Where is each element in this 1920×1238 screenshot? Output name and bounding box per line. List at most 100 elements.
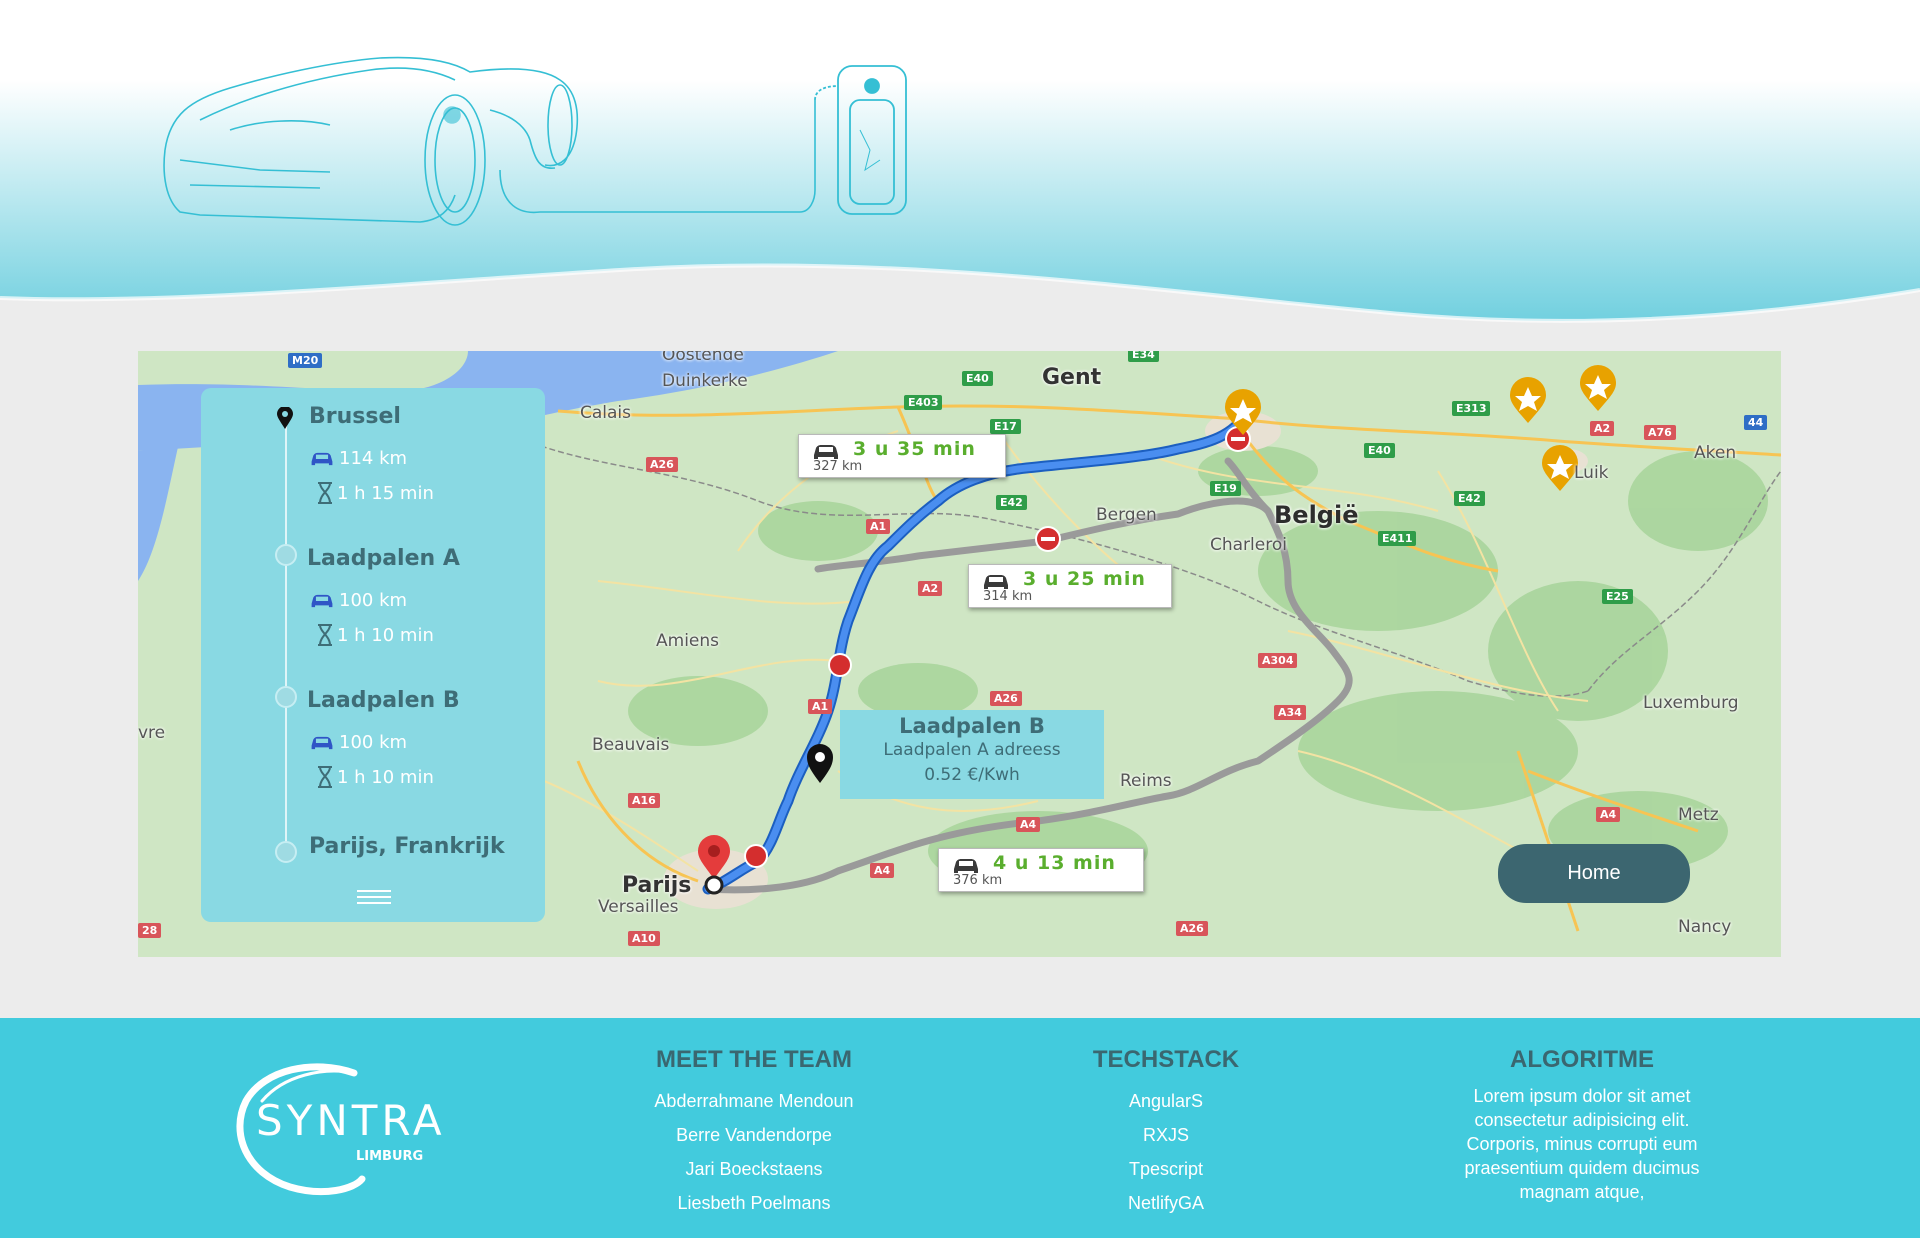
hourglass-icon (318, 766, 332, 788)
highway-shield: E42 (1454, 491, 1485, 506)
place-label: Bergen (1096, 505, 1157, 525)
logo-word: SYNTRA (256, 1096, 446, 1145)
popup-address: Laadpalen A adreess (883, 740, 1061, 760)
place-label: Beauvais (592, 735, 670, 755)
syntra-logo[interactable]: SYNTRA LIMBURG (234, 1061, 444, 1201)
highway-shield: A4 (1596, 807, 1621, 822)
route-distance: 314 km (983, 589, 1033, 604)
highway-shield: A1 (866, 519, 891, 534)
place-label: Calais (580, 403, 632, 423)
stop-distance: 114 km (309, 448, 407, 469)
highway-shield: A26 (646, 457, 678, 472)
highway-shield: E19 (1210, 481, 1241, 496)
highway-shield: A1 (808, 699, 833, 714)
popup-price: 0.52 €/Kwh (924, 765, 1020, 785)
stop-title: Brussel (309, 404, 401, 429)
car-icon (311, 452, 333, 465)
tech-item: Tpescript (1128, 1159, 1204, 1179)
route-map[interactable]: Oostende Duinkerke Calais Gent Bergen Ch… (138, 351, 1781, 957)
car-icon (311, 594, 333, 607)
algoritme-section: ALGORITME Lorem ipsum dolor sit amet con… (1458, 1046, 1706, 1204)
route-distance: 327 km (813, 459, 863, 474)
duration-value: 1 h 15 min (337, 482, 434, 504)
route-option-1[interactable]: 3 u 35 min 327 km (798, 434, 1006, 478)
hourglass-icon (318, 624, 332, 646)
place-label: Versailles (598, 897, 679, 917)
route-time: 4 u 13 min (993, 852, 1116, 874)
stop-marker (275, 841, 297, 863)
logo-sub: LIMBURG (356, 1149, 424, 1164)
highway-shield: E411 (1378, 531, 1417, 546)
route-panel: Brussel 114 km 1 h 15 min Laadpalen A 10… (201, 388, 545, 922)
team-section: MEET THE TEAM Abderrahmane Mendoun Berre… (604, 1046, 904, 1220)
car-icon (311, 736, 333, 749)
algoritme-text: Lorem ipsum dolor sit amet consectetur a… (1464, 1086, 1700, 1202)
timeline-line (285, 422, 287, 846)
place-label: Luxemburg (1643, 693, 1739, 713)
highway-shield: E40 (1364, 443, 1395, 458)
place-label: Reims (1120, 771, 1172, 791)
highway-shield: A10 (628, 931, 660, 946)
highway-shield: E42 (996, 495, 1027, 510)
highway-shield: A4 (1016, 817, 1041, 832)
hero-illustration (0, 0, 1920, 323)
stop-duration: 1 h 10 min (317, 766, 434, 788)
charging-point-popup[interactable]: Laadpalen B Laadpalen A adreess 0.52 €/K… (840, 710, 1104, 799)
tech-item: NetlifyGA (1127, 1193, 1205, 1213)
tech-item: AngularS (1128, 1091, 1204, 1111)
stop-marker (275, 544, 297, 566)
place-label: vre (138, 723, 166, 743)
highway-shield: E34 (1128, 351, 1159, 362)
distance-value: 100 km (339, 590, 408, 611)
highway-shield: E25 (1602, 589, 1633, 604)
stop-title: Parijs, Frankrijk (309, 834, 505, 859)
highway-shield: M20 (288, 353, 323, 368)
highway-shield: A26 (1176, 921, 1208, 936)
footer: SYNTRA LIMBURG MEET THE TEAM Abderrahman… (0, 1018, 1920, 1238)
place-label: Nancy (1678, 917, 1732, 937)
team-heading: MEET THE TEAM (656, 1046, 852, 1073)
stop-duration: 1 h 15 min (317, 482, 434, 504)
popup-title: Laadpalen B (899, 714, 1045, 738)
place-label: Gent (1042, 365, 1102, 390)
highway-shield: 28 (138, 923, 162, 938)
stop-distance: 100 km (309, 590, 407, 611)
hero-header (0, 0, 1920, 330)
place-label: Charleroi (1210, 535, 1287, 555)
highway-shield: E403 (904, 395, 943, 410)
location-pin-icon (277, 407, 293, 429)
place-label: Aken (1694, 443, 1737, 463)
algoritme-heading: ALGORITME (1510, 1046, 1654, 1073)
team-member: Abderrahmane Mendoun (654, 1091, 854, 1111)
highway-shield: A2 (1590, 421, 1615, 436)
panel-menu-handle[interactable] (357, 890, 391, 906)
highway-shield: E17 (990, 419, 1021, 434)
place-label: Luik (1574, 463, 1609, 483)
highway-shield: E40 (962, 371, 993, 386)
highway-shield: A4 (870, 863, 895, 878)
highway-shield: A34 (1274, 705, 1306, 720)
place-label: Duinkerke (662, 371, 748, 391)
stop-duration: 1 h 10 min (317, 624, 434, 646)
team-member: Liesbeth Poelmans (677, 1193, 831, 1213)
stop-title: Laadpalen B (307, 688, 460, 713)
highway-shield: A16 (628, 793, 660, 808)
place-label: Metz (1678, 805, 1719, 825)
stop-title: Laadpalen A (307, 546, 460, 571)
highway-shield: A2 (918, 581, 943, 596)
highway-shield: E313 (1452, 401, 1491, 416)
home-button[interactable]: Home (1498, 844, 1690, 903)
place-label: Amiens (656, 631, 720, 651)
duration-value: 1 h 10 min (337, 766, 434, 788)
highway-shield: A26 (990, 691, 1022, 706)
duration-value: 1 h 10 min (337, 624, 434, 646)
route-option-3[interactable]: 4 u 13 min 376 km (938, 848, 1144, 892)
tech-item: RXJS (1142, 1125, 1189, 1145)
route-option-2[interactable]: 3 u 25 min 314 km (968, 564, 1172, 608)
stop-marker (275, 686, 297, 708)
techstack-section: TECHSTACK AngularS RXJS Tpescript Netlif… (1016, 1046, 1316, 1220)
place-label: België (1274, 501, 1359, 529)
team-member: Berre Vandendorpe (676, 1125, 832, 1145)
place-label: Parijs (622, 873, 692, 898)
route-time: 3 u 35 min (853, 438, 976, 460)
